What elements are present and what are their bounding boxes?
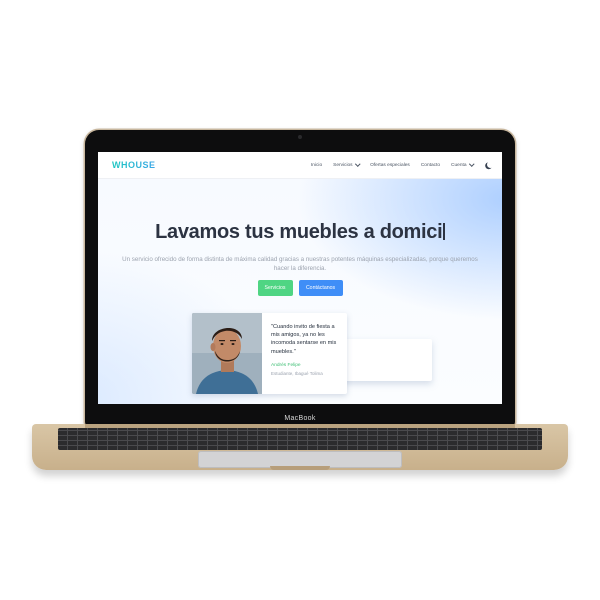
hero-headline-text: Lavamos tus muebles a domici [155, 221, 443, 243]
nav-item-cuenta[interactable]: Cuenta [451, 161, 474, 168]
hero-buttons: Servicios Contáctanos [98, 280, 502, 296]
laptop-base [32, 424, 568, 470]
navbar: WHOUSE Inicio Servicios Ofertas especial… [98, 152, 502, 179]
person-portrait-icon [192, 313, 262, 394]
laptop-lip [270, 466, 330, 470]
testimonial-photo [192, 313, 262, 394]
laptop-keyboard [58, 428, 542, 450]
servicios-button[interactable]: Servicios [257, 280, 293, 296]
laptop-lid: WHOUSE Inicio Servicios Ofertas especial… [85, 130, 515, 426]
nav-item-label: Contacto [420, 162, 441, 168]
hero-subtitle: Un servicio ofrecido de forma distinta d… [122, 256, 478, 272]
nav-item-contacto[interactable]: Contacto [421, 163, 440, 168]
nav-item-label: Cuenta [451, 162, 467, 168]
nav-item-label: Servicios [333, 162, 353, 168]
nav-item-label: Ofertas especiales [370, 162, 410, 168]
device-brand-label: MacBook [284, 415, 316, 422]
testimonial-card: "Cuando invito de fiesta a mis amigos, y… [192, 313, 347, 394]
nav-menu: Inicio Servicios Ofertas especiales Cont… [300, 152, 492, 178]
nav-item-servicios[interactable]: Servicios [333, 161, 360, 168]
contactanos-button[interactable]: Contáctanos [298, 280, 343, 296]
nav-item-ofertas[interactable]: Ofertas especiales [370, 163, 410, 168]
moon-icon[interactable] [487, 161, 494, 168]
testimonial-quote: "Cuando invito de fiesta a mis amigos, y… [271, 324, 337, 355]
camera-icon [298, 135, 302, 139]
laptop-mockup: WHOUSE Inicio Servicios Ofertas especial… [0, 0, 600, 600]
hero-section: Lavamos tus muebles a domici Un servicio… [98, 179, 502, 404]
chevron-down-icon [354, 161, 360, 167]
typing-cursor [443, 223, 445, 240]
nav-item-inicio[interactable]: Inicio [311, 163, 322, 168]
testimonial-role: Estudiante, Ibagué Tolima [271, 371, 323, 376]
site-logo[interactable]: WHOUSE [112, 160, 156, 170]
hero-headline: Lavamos tus muebles a domici [98, 221, 502, 244]
nav-item-label: Inicio [310, 162, 323, 168]
laptop-screen: WHOUSE Inicio Servicios Ofertas especial… [98, 152, 502, 404]
testimonial-author: Andrés Felipe [271, 363, 301, 368]
chevron-down-icon [468, 161, 474, 167]
